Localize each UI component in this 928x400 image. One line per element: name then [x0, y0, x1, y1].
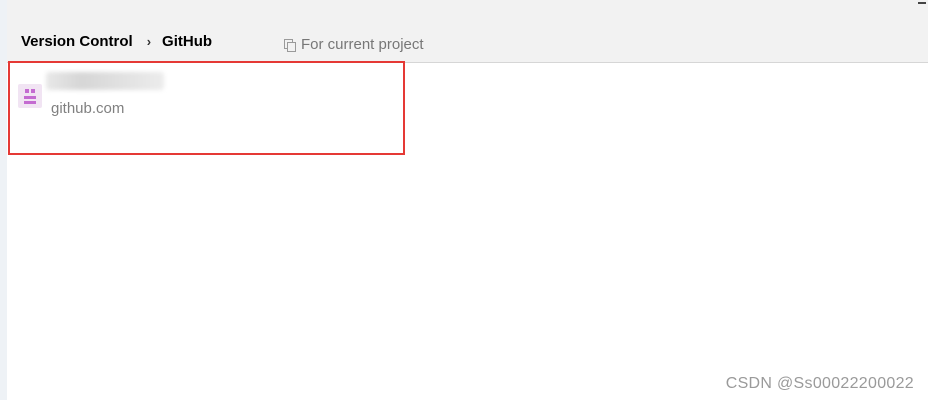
copy-icon — [284, 38, 296, 52]
watermark: CSDN @Ss00022200022 — [725, 375, 914, 392]
minimize-icon[interactable] — [918, 2, 926, 4]
identicon-avatar-icon — [18, 84, 42, 108]
scope-indicator: For current project — [284, 36, 424, 53]
avatar-eye-right — [31, 89, 35, 93]
avatar-mouth-top — [24, 96, 36, 99]
breadcrumb-separator-icon: › — [146, 34, 152, 49]
breadcrumb-item-version-control[interactable]: Version Control — [21, 33, 133, 50]
avatar-eye-left — [25, 89, 29, 93]
breadcrumb-item-github: GitHub — [162, 33, 213, 50]
account-server[interactable]: github.com — [51, 100, 124, 117]
scope-label: For current project — [301, 36, 424, 53]
left-sidebar-edge — [0, 0, 7, 400]
breadcrumb: Version Control › GitHub — [21, 33, 212, 50]
settings-header: Version Control › GitHub For current pro… — [7, 0, 928, 63]
account-username-redacted[interactable] — [46, 72, 164, 90]
settings-page: Version Control › GitHub For current pro… — [0, 0, 928, 400]
avatar-mouth-bottom — [24, 101, 36, 104]
